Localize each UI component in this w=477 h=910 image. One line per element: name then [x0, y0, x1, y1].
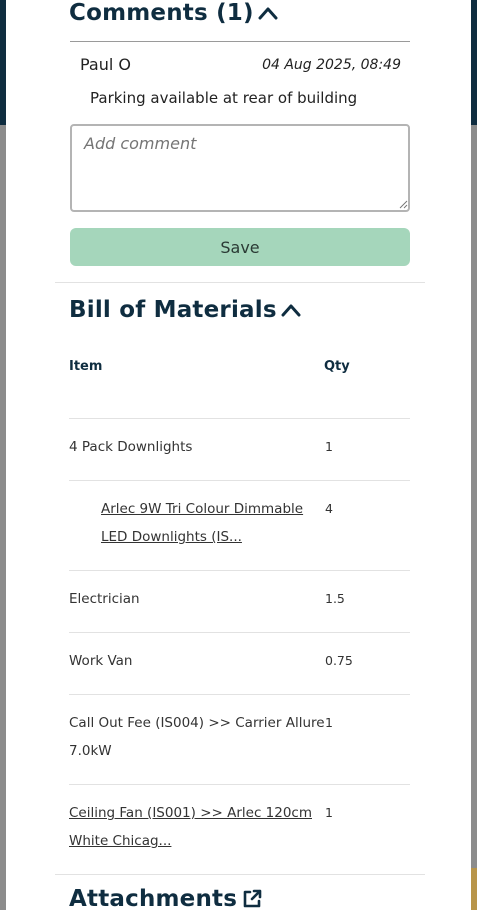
- bom-row-item-link[interactable]: White Chicag...: [69, 827, 171, 855]
- job-details-modal: Comments (1) Paul O 04 Aug 2025, 08:49 P…: [6, 0, 471, 910]
- bom-row-qty: 1.5: [325, 591, 345, 606]
- chevron-up-icon[interactable]: [258, 6, 278, 20]
- bom-row-qty: 4: [325, 501, 333, 516]
- bom-row-qty: 1: [325, 805, 333, 820]
- add-comment-input[interactable]: [70, 124, 410, 212]
- bom-row-qty: 1: [325, 439, 333, 454]
- comment-text: Parking available at rear of building: [90, 89, 358, 107]
- row-divider: [69, 632, 410, 633]
- bom-row-item: Electrician: [69, 591, 140, 607]
- comments-header[interactable]: Comments (1): [69, 0, 278, 26]
- section-divider: [55, 282, 425, 283]
- attachments-header[interactable]: Attachments: [69, 886, 263, 910]
- section-divider: [55, 874, 425, 875]
- comment-author: Paul O: [80, 55, 131, 74]
- row-divider: [69, 418, 410, 419]
- bom-row-item-link[interactable]: LED Downlights (IS...: [101, 523, 242, 551]
- attachments-title: Attachments: [69, 886, 238, 910]
- row-divider: [69, 694, 410, 695]
- bom-title: Bill of Materials: [69, 297, 277, 323]
- row-divider: [69, 480, 410, 481]
- column-header-item: Item: [69, 359, 103, 374]
- bom-row-item: 4 Pack Downlights: [69, 439, 193, 455]
- save-comment-button[interactable]: Save: [70, 228, 410, 266]
- chevron-up-icon[interactable]: [281, 303, 301, 317]
- bom-row-qty: 1: [325, 715, 333, 730]
- bom-row-item: Work Van: [69, 653, 133, 669]
- comment-date: 04 Aug 2025, 08:49: [262, 57, 401, 73]
- bom-row-qty: 0.75: [325, 653, 353, 668]
- comments-divider: [70, 41, 410, 42]
- row-divider: [69, 570, 410, 571]
- comments-title: Comments (1): [69, 0, 254, 26]
- bom-row-item-link[interactable]: Arlec 9W Tri Colour Dimmable: [101, 495, 303, 523]
- resize-grip-icon[interactable]: [399, 200, 408, 209]
- row-divider: [69, 784, 410, 785]
- bom-row-item: Call Out Fee (IS004) >> Carrier Allure: [69, 715, 325, 731]
- external-link-icon[interactable]: [241, 888, 263, 910]
- bom-row-item: 7.0kW: [69, 743, 112, 759]
- bom-header[interactable]: Bill of Materials: [69, 297, 301, 323]
- column-header-qty: Qty: [324, 359, 350, 374]
- bom-row-item-link[interactable]: Ceiling Fan (IS001) >> Arlec 120cm: [69, 799, 312, 827]
